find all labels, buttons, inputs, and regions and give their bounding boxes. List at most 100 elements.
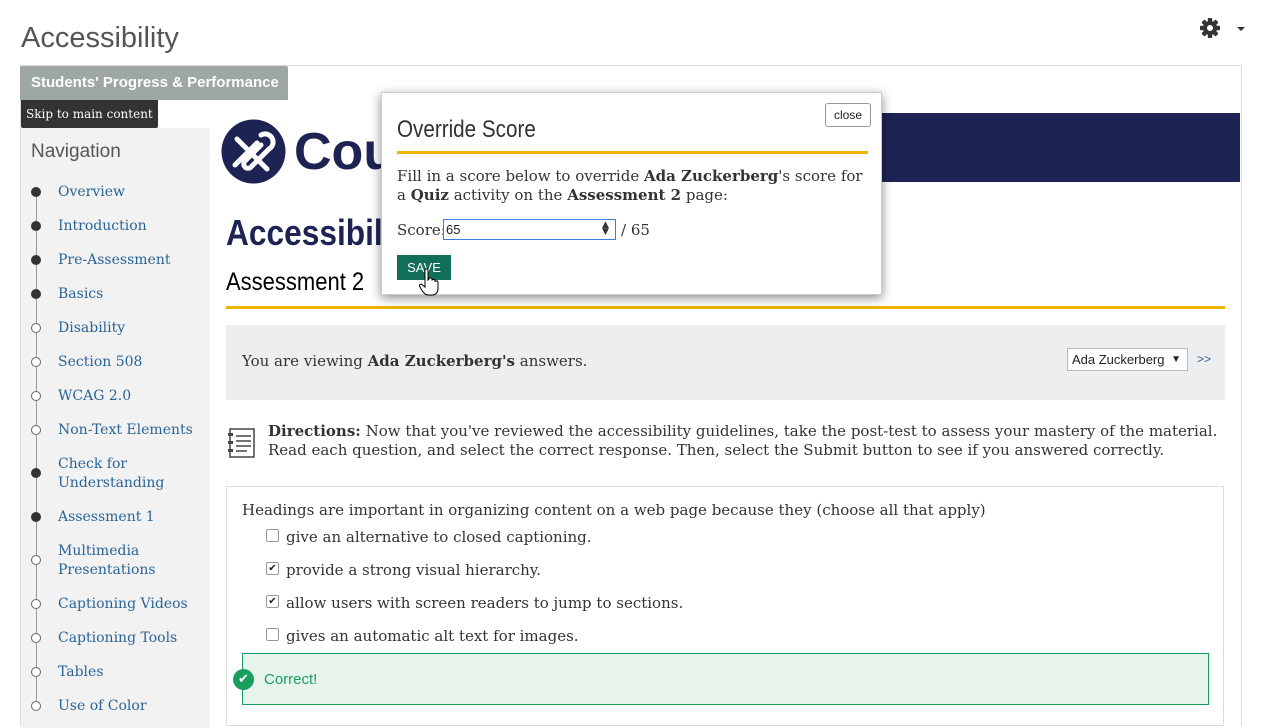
skip-to-main-link[interactable]: Skip to main content <box>21 100 158 128</box>
nav-connector <box>36 299 37 323</box>
incomplete-dot-icon <box>31 357 41 367</box>
nav-connector <box>36 333 37 357</box>
title-divider <box>226 306 1225 309</box>
gear-icon <box>1200 18 1245 38</box>
sidebar-item-label[interactable]: Tables <box>58 663 208 682</box>
viewing-text: You are viewing Ada Zuckerberg's answers… <box>242 352 587 370</box>
assessment-title: Assessment 2 <box>226 268 365 296</box>
score-input[interactable] <box>443 219 616 240</box>
viewing-student-name: Ada Zuckerberg's <box>367 352 515 370</box>
answer-option-label: provide a strong visual hierarchy. <box>286 561 542 579</box>
nav-heading: Navigation <box>31 141 121 162</box>
nav-connector <box>36 265 37 289</box>
sidebar-item-label[interactable]: WCAG 2.0 <box>58 387 208 406</box>
feedback-correct: ✔ Correct! <box>233 653 1209 705</box>
spinner-icon[interactable]: ▲ ▼ <box>602 221 609 237</box>
check-circle-icon: ✔ <box>233 669 254 690</box>
override-score-dialog: Override Score close Fill in a score bel… <box>381 92 882 295</box>
checkbox-checked[interactable]: ✔ <box>266 562 279 575</box>
caret-down-icon <box>1237 27 1245 31</box>
directions-body: Now that you've reviewed the accessibili… <box>268 422 1218 459</box>
feedback-text: Correct! <box>264 671 318 688</box>
sidebar-item-label[interactable]: Captioning Videos <box>58 595 208 614</box>
incomplete-dot-icon <box>31 599 41 609</box>
nav-connector <box>36 677 37 701</box>
answer-option-label: allow users with screen readers to jump … <box>286 594 684 612</box>
checkbox-checked[interactable]: ✔ <box>266 595 279 608</box>
directions-label: Directions: <box>268 422 361 440</box>
completed-dot-icon <box>31 468 41 478</box>
settings-menu[interactable] <box>1200 16 1246 40</box>
directions-text: Directions: Now that you've reviewed the… <box>268 422 1218 460</box>
answer-option-label: gives an automatic alt text for images. <box>286 627 579 645</box>
desc-activity: Quiz <box>410 186 449 204</box>
answer-option[interactable]: give an alternative to closed captioning… <box>266 528 592 546</box>
sidebar-item-label[interactable]: Disability <box>58 319 208 338</box>
checkbox-unchecked[interactable] <box>266 628 279 641</box>
incomplete-dot-icon <box>31 555 41 565</box>
dialog-title: Override Score <box>397 116 536 143</box>
nav-connector <box>36 565 37 599</box>
sidebar-item-label[interactable]: Captioning Tools <box>58 629 208 648</box>
hand-cursor-icon <box>419 268 439 296</box>
close-button[interactable]: close <box>825 103 871 127</box>
answer-option-label: give an alternative to closed captioning… <box>286 528 592 546</box>
sidebar-item-label[interactable]: Check for Understanding <box>58 455 208 493</box>
sidebar-item-label[interactable]: Assessment 1 <box>58 508 208 527</box>
sidebar-item-label[interactable]: Overview <box>58 183 208 202</box>
course-logo-text: Cou <box>294 123 396 181</box>
dialog-divider <box>397 151 868 154</box>
nav-connector <box>36 367 37 391</box>
completed-dot-icon <box>31 221 41 231</box>
desc-part: page: <box>681 186 728 204</box>
student-select-value: Ada Zuckerberg <box>1072 352 1165 367</box>
nav-connector <box>36 643 37 667</box>
course-logo-icon <box>221 119 286 184</box>
desc-student-name: Ada Zuckerberg <box>643 167 779 185</box>
question-text: Headings are important in organizing con… <box>242 501 986 519</box>
completed-dot-icon <box>31 187 41 197</box>
completed-dot-icon <box>31 512 41 522</box>
viewing-panel: You are viewing Ada Zuckerberg's answers… <box>226 325 1225 400</box>
nav-connector <box>36 197 37 221</box>
nav-connector <box>36 435 37 468</box>
sidebar-item-label[interactable]: Non-Text Elements <box>58 421 208 440</box>
checkbox-unchecked[interactable] <box>266 529 279 542</box>
nav-connector <box>36 609 37 633</box>
nav-connector <box>36 231 37 255</box>
desc-page: Assessment 2 <box>567 186 682 204</box>
incomplete-dot-icon <box>31 323 41 333</box>
dialog-description: Fill in a score below to override Ada Zu… <box>397 167 867 205</box>
nav-connector <box>36 522 37 555</box>
incomplete-dot-icon <box>31 391 41 401</box>
incomplete-dot-icon <box>31 701 41 711</box>
next-student-link[interactable]: >> <box>1197 352 1211 366</box>
sidebar-item-label[interactable]: Pre-Assessment <box>58 251 208 270</box>
answer-option[interactable]: ✔ allow users with screen readers to jump… <box>266 594 684 612</box>
sidebar-item-label[interactable]: Use of Color <box>58 697 208 716</box>
viewing-prefix: You are viewing <box>242 352 368 370</box>
viewing-suffix: answers. <box>515 352 588 370</box>
student-select[interactable]: Ada Zuckerberg ▼ <box>1067 348 1188 371</box>
question-card: Headings are important in organizing con… <box>226 486 1224 726</box>
answer-option[interactable]: gives an automatic alt text for images. <box>266 627 579 645</box>
sidebar-item-label[interactable]: Basics <box>58 285 208 304</box>
tab-students-progress[interactable]: Students' Progress & Performance <box>20 66 288 100</box>
answer-option[interactable]: ✔ provide a strong visual hierarchy. <box>266 561 542 579</box>
sidebar-item-label[interactable]: Section 508 <box>58 353 208 372</box>
incomplete-dot-icon <box>31 425 41 435</box>
nav-connector <box>36 478 37 512</box>
desc-part: activity on the <box>448 186 568 204</box>
sidebar-item-label[interactable]: Multimedia Presentations <box>58 542 208 580</box>
completed-dot-icon <box>31 289 41 299</box>
desc-part: Fill in a score below to override <box>397 167 644 185</box>
score-max: / 65 <box>621 221 650 239</box>
select-arrow-icon: ▼ <box>1171 354 1181 365</box>
nav-connector <box>36 401 37 425</box>
incomplete-dot-icon <box>31 633 41 643</box>
sidebar-item-label[interactable]: Introduction <box>58 217 208 236</box>
incomplete-dot-icon <box>31 667 41 677</box>
page-title: Accessibility <box>21 22 179 54</box>
score-label: Score: <box>397 221 446 239</box>
completed-dot-icon <box>31 255 41 265</box>
